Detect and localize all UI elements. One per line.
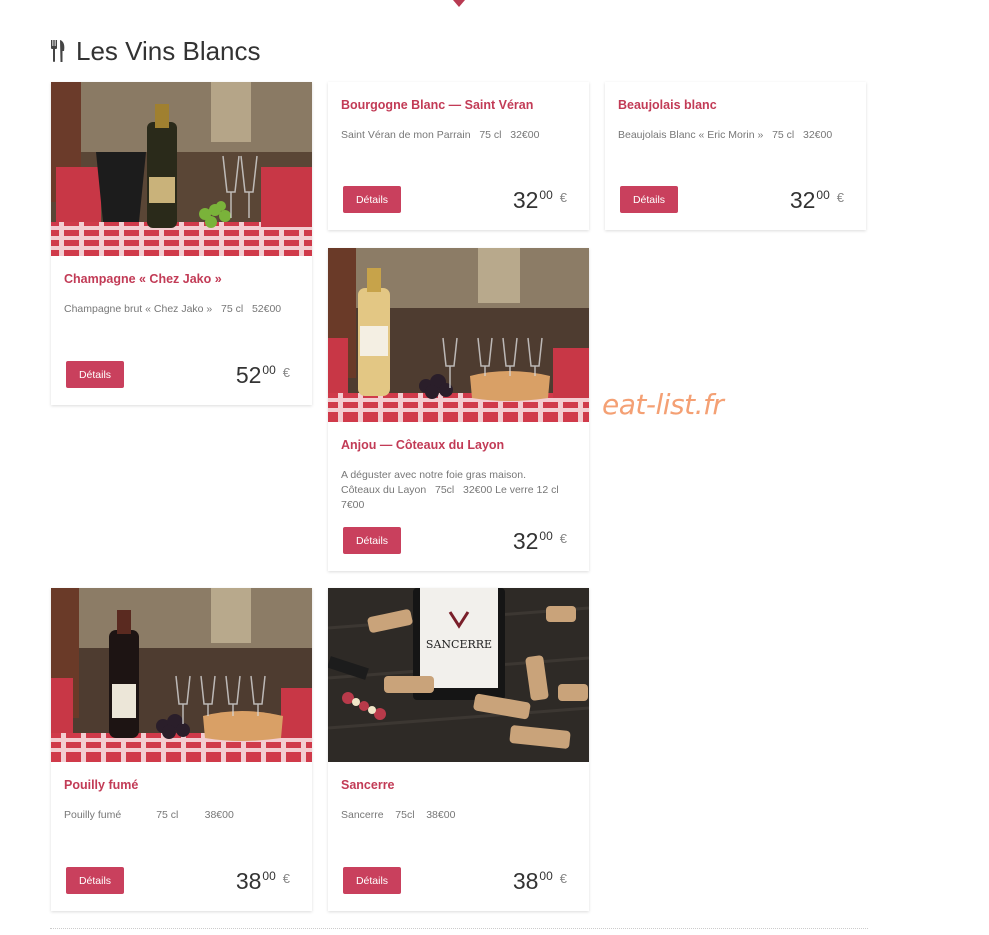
wine-name: Sancerre — [341, 778, 395, 792]
wine-price: 32 00 € — [513, 187, 567, 214]
wine-price: 32 00 € — [790, 187, 844, 214]
price-currency: € — [559, 190, 567, 205]
wine-description: Beaujolais Blanc « Eric Morin » 75 cl 32… — [618, 129, 833, 141]
wine-photo — [328, 248, 589, 422]
wine-price: 32 00 € — [513, 528, 567, 555]
section-header: Les Vins Blancs — [50, 34, 261, 68]
site-watermark: eat-list.fr — [602, 388, 724, 421]
page-title: Les Vins Blancs — [76, 35, 261, 66]
price-integer: 52 — [235, 362, 262, 388]
price-currency: € — [282, 871, 290, 886]
price-decimal: 00 — [816, 188, 830, 202]
price-decimal: 00 — [262, 869, 276, 883]
fork-knife-icon — [51, 40, 65, 62]
price-integer: 38 — [235, 868, 262, 894]
section-pointer-icon — [453, 0, 465, 7]
details-button[interactable]: Détails — [66, 867, 124, 894]
price-currency: € — [282, 365, 290, 380]
wine-photo — [51, 588, 312, 762]
details-button[interactable]: Détails — [66, 361, 124, 388]
wine-price: 38 00 € — [236, 868, 290, 895]
wine-name: Beaujolais blanc — [618, 98, 717, 112]
wine-photo — [51, 82, 312, 256]
details-button[interactable]: Détails — [343, 867, 401, 894]
wine-price: 38 00 € — [513, 868, 567, 895]
price-integer: 32 — [512, 187, 539, 213]
wine-photo: SANCERRE — [328, 588, 589, 762]
price-integer: 38 — [512, 868, 539, 894]
price-currency: € — [559, 531, 567, 546]
price-integer: 32 — [512, 528, 539, 554]
wine-description: Pouilly fumé 75 cl 38€00 — [64, 809, 234, 821]
wine-card-champagne: Champagne « Chez Jako » Champagne brut «… — [51, 82, 312, 405]
price-decimal: 00 — [262, 363, 276, 377]
sancerre-label-text: SANCERRE — [426, 638, 492, 651]
wine-card-anjou: Anjou — Côteaux du Layon A déguster avec… — [328, 248, 589, 571]
wine-card-sancerre: SANCERRE Sancerre Sancerre 75cl 38€00 Dé… — [328, 588, 589, 911]
wine-description: A déguster avec notre foie gras maison. … — [341, 469, 559, 511]
price-integer: 32 — [789, 187, 816, 213]
wine-description: Saint Véran de mon Parrain 75 cl 32€00 — [341, 129, 540, 141]
wine-description: Champagne brut « Chez Jako » 75 cl 52€00 — [64, 303, 282, 315]
price-decimal: 00 — [539, 529, 553, 543]
details-button[interactable]: Détails — [620, 186, 678, 213]
price-decimal: 00 — [539, 188, 553, 202]
price-currency: € — [836, 190, 844, 205]
details-button[interactable]: Détails — [343, 186, 401, 213]
details-button[interactable]: Détails — [343, 527, 401, 554]
wine-name: Pouilly fumé — [64, 778, 139, 792]
wine-name: Champagne « Chez Jako » — [64, 272, 222, 286]
wine-name: Anjou — Côteaux du Layon — [341, 438, 505, 452]
wine-name: Bourgogne Blanc — Saint Véran — [341, 98, 534, 112]
section-divider — [50, 928, 868, 929]
wine-description: Sancerre 75cl 38€00 — [341, 809, 456, 821]
wine-card-beaujolais: Beaujolais blanc Beaujolais Blanc « Eric… — [605, 82, 866, 230]
wine-card-bourgogne: Bourgogne Blanc — Saint Véran Saint Véra… — [328, 82, 589, 230]
wine-card-pouilly-fume: Pouilly fumé Pouilly fumé 75 cl 38€00 Dé… — [51, 588, 312, 911]
price-currency: € — [559, 871, 567, 886]
wine-price: 52 00 € — [236, 362, 290, 389]
price-decimal: 00 — [539, 869, 553, 883]
